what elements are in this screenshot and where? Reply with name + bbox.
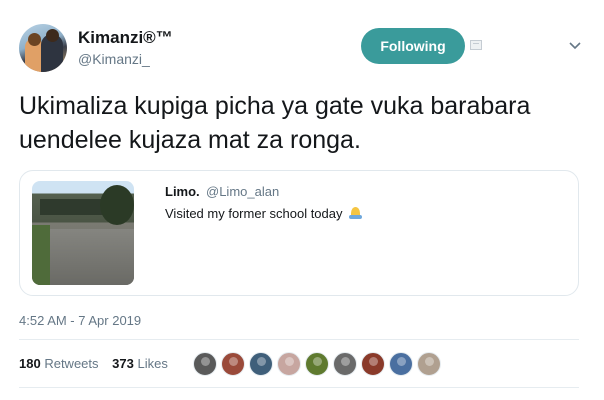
quoted-tweet-image[interactable] [32,181,134,285]
author-handle[interactable]: @Kimanzi_ [78,51,150,67]
chevron-down-icon[interactable] [565,36,585,56]
image-tree [100,185,134,225]
image-road [50,229,134,285]
likes-label: Likes [137,356,168,371]
avatar-head-right [46,29,59,42]
retweets-label: Retweets [44,356,99,371]
divider [19,339,579,340]
tweet-timestamp[interactable]: 4:52 AM - 7 Apr 2019 [19,313,141,328]
folded-hands-icon [348,206,363,220]
quoted-tweet-text: Visited my former school today [165,206,363,221]
quoted-tweet[interactable]: Limo. @Limo_alan Visited my former schoo… [19,170,579,296]
liker-avatar[interactable] [361,352,385,376]
liker-avatar[interactable] [249,352,273,376]
likes-count: 373 [112,356,134,371]
quoted-author-name: Limo. [165,184,200,199]
liker-avatar[interactable] [389,352,413,376]
tweet-stats: 180 Retweets 373 Likes [19,356,178,371]
quoted-author-handle: @Limo_alan [206,184,280,199]
liker-avatar[interactable] [193,352,217,376]
image-grass [32,225,50,285]
direct-message-icon[interactable] [470,40,482,50]
likers-avatars [193,352,445,376]
tweet-text: Ukimaliza kupiga picha ya gate vuka bara… [19,92,531,154]
author-avatar[interactable] [19,24,67,72]
author-name[interactable]: Kimanzi®™ [78,28,173,48]
liker-avatar[interactable] [221,352,245,376]
liker-avatar[interactable] [305,352,329,376]
likes-stat[interactable]: 373 Likes [112,356,168,371]
avatar-head-left [28,33,41,46]
liker-avatar[interactable] [333,352,357,376]
tweet-header: Kimanzi®™ @Kimanzi_ Following [19,24,585,76]
retweets-count: 180 [19,356,41,371]
divider [19,387,579,388]
liker-avatar[interactable] [417,352,441,376]
liker-avatar[interactable] [277,352,301,376]
following-button[interactable]: Following [361,28,465,64]
quoted-text-content: Visited my former school today [165,206,343,221]
retweets-stat[interactable]: 180 Retweets [19,356,99,371]
